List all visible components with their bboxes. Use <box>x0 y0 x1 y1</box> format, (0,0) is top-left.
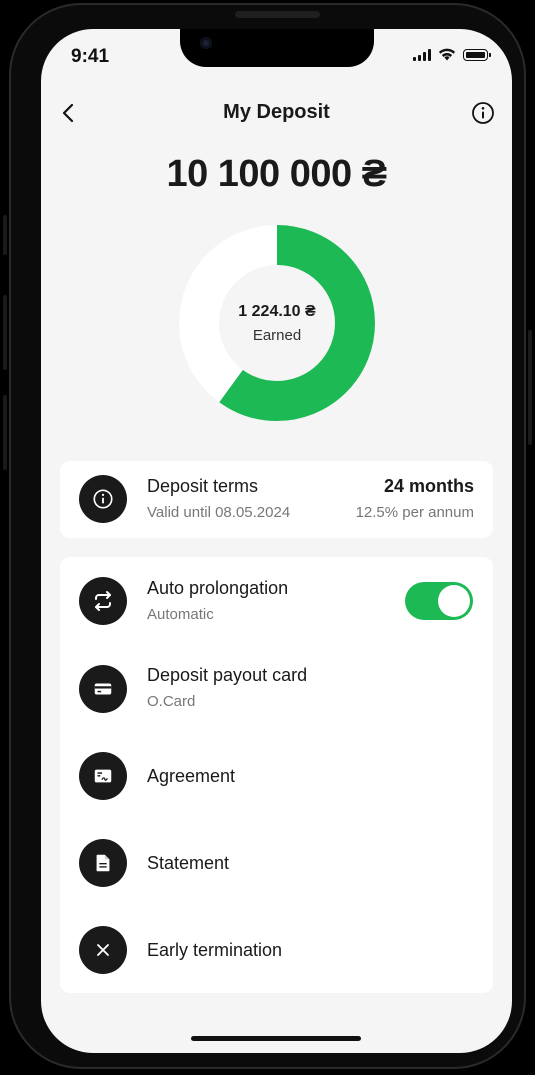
status-time: 9:41 <box>71 46 110 67</box>
terms-valid-until: Valid until 08.05.2024 <box>147 504 291 521</box>
document-icon <box>79 839 127 887</box>
auto-prolongation-subtitle: Automatic <box>147 606 214 623</box>
statement-title: Statement <box>147 853 230 873</box>
auto-prolongation-toggle[interactable] <box>405 582 473 620</box>
agreement-title: Agreement <box>147 766 236 786</box>
camera-icon <box>200 37 212 49</box>
auto-prolongation-title: Auto prolongation <box>147 578 289 598</box>
earned-label: Earned <box>252 326 302 344</box>
earned-value: 1 224.10 ₴ <box>238 302 316 320</box>
screen: 9:41 My Deposit 10 100 000 ₴ 1 224.10 ₴ … <box>41 29 512 1053</box>
info-icon[interactable] <box>471 101 495 125</box>
home-indicator[interactable] <box>191 1036 361 1041</box>
payout-card-subtitle: O.Card <box>147 693 196 710</box>
battery-icon <box>463 48 491 61</box>
deposit-amount: 10 100 000 ₴ <box>166 153 387 195</box>
early-termination-title: Early termination <box>147 940 283 960</box>
info-icon <box>79 475 127 523</box>
page-title: My Deposit <box>223 101 330 123</box>
payout-card-title: Deposit payout card <box>147 665 308 685</box>
speaker <box>235 11 320 18</box>
close-icon <box>79 926 127 974</box>
signature-icon <box>79 752 127 800</box>
volume-up-button <box>3 295 7 370</box>
signal-icon <box>413 48 431 61</box>
wifi-icon <box>438 48 456 61</box>
notch <box>180 29 374 67</box>
mute-switch <box>3 215 7 255</box>
deposit-terms-card[interactable]: Deposit terms Valid until 08.05.2024 24 … <box>60 461 493 538</box>
card-icon <box>79 665 127 713</box>
terms-rate: 12.5% per annum <box>355 504 474 521</box>
terms-title: Deposit terms <box>147 476 259 496</box>
phone-frame: 9:41 My Deposit 10 100 000 ₴ 1 224.10 ₴ … <box>9 3 526 1069</box>
repeat-icon <box>79 577 127 625</box>
navigation-bar: My Deposit <box>41 97 512 129</box>
status-icons <box>413 48 491 61</box>
volume-down-button <box>3 395 7 470</box>
earned-summary: 1 224.10 ₴ Earned <box>179 225 375 421</box>
power-button <box>528 330 532 445</box>
terms-duration: 24 months <box>383 476 474 496</box>
deposit-options-card: Auto prolongation Automatic Deposit payo… <box>60 557 493 993</box>
